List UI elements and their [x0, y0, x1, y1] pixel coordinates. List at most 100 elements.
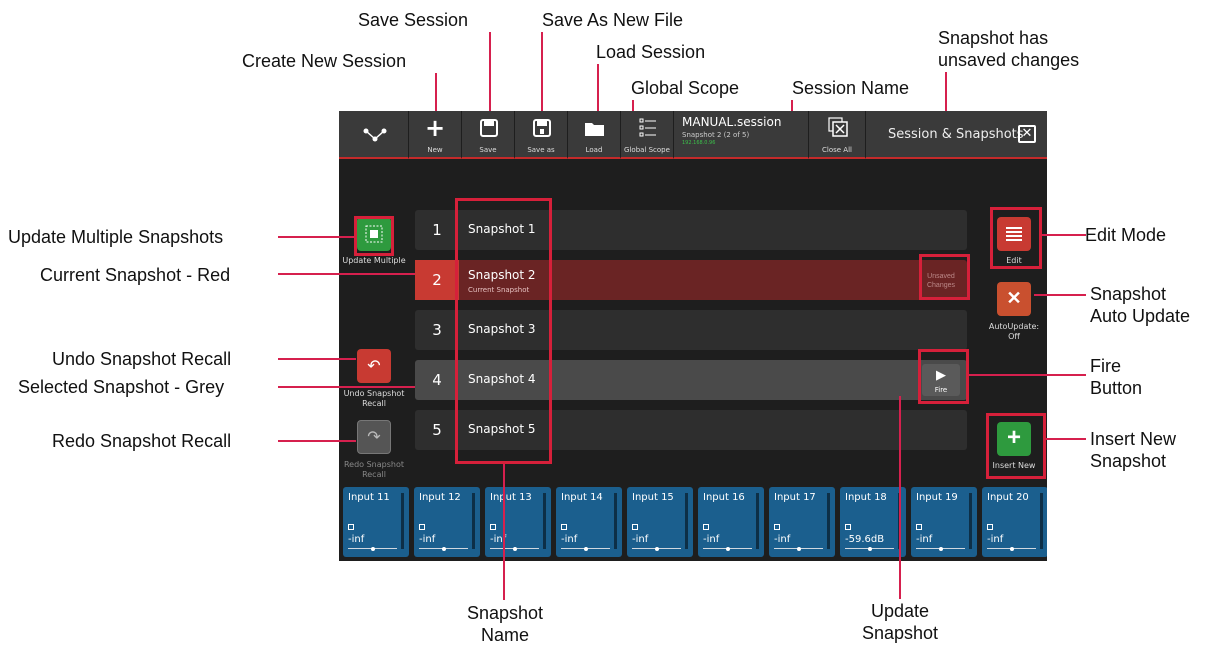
callout-unsaved-2: unsaved changes	[938, 50, 1080, 70]
channel-icon	[490, 524, 496, 530]
meter-bar	[969, 493, 972, 549]
channel-level: -inf	[561, 534, 578, 545]
leader-line	[435, 73, 437, 113]
fader-knob[interactable]	[726, 547, 730, 551]
callout-insert-1: Insert New	[1090, 429, 1177, 449]
channel-level: -inf	[987, 534, 1004, 545]
load-button[interactable]: Load	[568, 111, 621, 159]
fader-knob[interactable]	[371, 547, 375, 551]
load-label: Load	[585, 146, 603, 154]
session-subtitle: Snapshot 2 (2 of 5)	[682, 131, 750, 139]
callout-save-session: Save Session	[358, 10, 469, 30]
channel-strip[interactable]: Input 15 -inf	[627, 487, 693, 557]
global-scope-icon	[639, 118, 656, 137]
channel-icon	[987, 524, 993, 530]
channel-strip[interactable]: Input 14 -inf	[556, 487, 622, 557]
leader-line	[541, 32, 543, 113]
callout-auto-update-1: Snapshot	[1090, 284, 1167, 304]
channel-name: Input 12	[419, 492, 461, 503]
callout-unsaved-1: Snapshot has	[938, 28, 1049, 48]
auto-update-button[interactable]: ✕	[997, 282, 1031, 316]
fader-knob[interactable]	[584, 547, 588, 551]
new-label: New	[427, 146, 443, 154]
leader-line	[899, 396, 901, 599]
meter-bar	[401, 493, 404, 549]
fader-knob[interactable]	[939, 547, 943, 551]
channel-strip[interactable]: Input 16 -inf	[698, 487, 764, 557]
meter-bar	[685, 493, 688, 549]
snapshot-number: 3	[432, 321, 442, 339]
callout-load-session: Load Session	[596, 42, 706, 62]
callout-fire-2: Button	[1090, 378, 1143, 398]
highlight-unsaved	[919, 254, 970, 300]
panel-header: Session & Snapshots ✕	[866, 111, 1047, 159]
fader-knob[interactable]	[442, 547, 446, 551]
channel-strip[interactable]: Input 12 -inf	[414, 487, 480, 557]
save-button[interactable]: Save	[462, 111, 515, 159]
callout-update-snapshot-2: Snapshot	[861, 623, 939, 643]
close-panel-icon[interactable]: ✕	[1018, 125, 1036, 143]
callout-session-name: Session Name	[792, 78, 910, 98]
leader-line	[1042, 234, 1086, 236]
channel-strip[interactable]: Input 11 -inf	[343, 487, 409, 557]
leader-line	[969, 374, 1086, 376]
fader-knob[interactable]	[797, 547, 801, 551]
save-icon	[480, 119, 498, 137]
channel-name: Input 15	[632, 492, 674, 503]
callout-snapshot-name-1: Snapshot	[466, 603, 544, 623]
channel-icon	[774, 524, 780, 530]
leader-line	[278, 273, 415, 275]
highlight-update-multiple	[354, 216, 394, 256]
channel-icon	[916, 524, 922, 530]
channel-strip[interactable]: Input 17 -inf	[769, 487, 835, 557]
save-as-button[interactable]: Save as	[515, 111, 568, 159]
channel-strip[interactable]: Input 18 -59.6dB	[840, 487, 906, 557]
channel-strip[interactable]: Input 20 -inf	[982, 487, 1047, 557]
highlight-snapshot-name	[455, 198, 552, 464]
callout-snapshot-name-2: Name	[480, 625, 529, 645]
undo-recall-button[interactable]: ↶	[357, 349, 391, 383]
undo-recall-label-2: Recall	[362, 399, 386, 408]
redo-arrow-icon: ↷	[367, 427, 381, 446]
callout-selected-snapshot: Selected Snapshot - Grey	[18, 377, 225, 397]
callout-current-snapshot: Current Snapshot - Red	[40, 265, 231, 285]
channel-name: Input 17	[774, 492, 816, 503]
meter-bar	[543, 493, 546, 549]
new-session-button[interactable]: + New	[409, 111, 462, 159]
fader-knob[interactable]	[868, 547, 872, 551]
network-button[interactable]	[339, 111, 409, 159]
network-icon	[363, 128, 387, 142]
close-all-icon	[828, 117, 848, 137]
channel-level: -inf	[419, 534, 436, 545]
channel-icon	[419, 524, 425, 530]
fader-knob[interactable]	[1010, 547, 1014, 551]
channel-icon	[632, 524, 638, 530]
session-name-field[interactable]: MANUAL.session Snapshot 2 (2 of 5) 192.1…	[674, 111, 809, 159]
channel-level: -59.6dB	[845, 534, 885, 545]
channel-icon	[561, 524, 567, 530]
highlight-fire	[918, 349, 969, 404]
snapshot-number: 5	[432, 421, 442, 439]
meter-bar	[827, 493, 830, 549]
close-all-label: Close All	[822, 146, 852, 154]
meter-bar	[472, 493, 475, 549]
fader-knob[interactable]	[655, 547, 659, 551]
channel-strip[interactable]: Input 19 -inf	[911, 487, 977, 557]
channel-strip[interactable]: Input 13 -inf	[485, 487, 551, 557]
session-snapshots-window: + New Save Save as Load Global Scope MAN…	[339, 111, 1047, 561]
channel-name: Input 16	[703, 492, 745, 503]
redo-recall-label-2: Recall	[362, 470, 386, 479]
fader-knob[interactable]	[513, 547, 517, 551]
channel-level: -inf	[703, 534, 720, 545]
redo-recall-button[interactable]: ↷	[357, 420, 391, 454]
session-ip: 192.168.0.96	[682, 140, 716, 146]
session-title: MANUAL.session	[682, 115, 782, 129]
global-scope-button[interactable]: Global Scope	[621, 111, 674, 159]
callout-undo-recall: Undo Snapshot Recall	[52, 349, 232, 369]
snapshot-number: 1	[432, 221, 442, 239]
leader-line	[278, 386, 415, 388]
close-all-button[interactable]: Close All	[809, 111, 866, 159]
callout-create-new-session: Create New Session	[242, 51, 407, 71]
channel-level: -inf	[774, 534, 791, 545]
leader-line	[278, 358, 356, 360]
